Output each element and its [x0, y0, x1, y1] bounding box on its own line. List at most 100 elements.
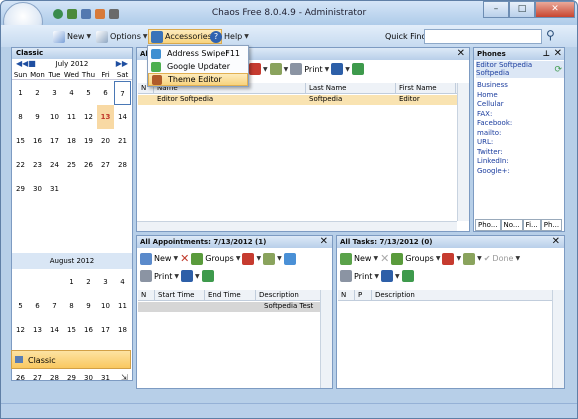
calendar-day[interactable]: 1 — [63, 270, 80, 294]
phone-field[interactable]: Twitter: — [477, 148, 512, 158]
calendar-day[interactable]: 13 — [29, 318, 46, 342]
tab-phones[interactable]: Pho... — [475, 219, 501, 231]
calendar-day[interactable]: 29 — [12, 177, 29, 201]
vertical-scrollbar[interactable] — [457, 83, 469, 221]
calendar-day[interactable]: 2 — [29, 81, 46, 105]
calendar-day[interactable]: 3 — [97, 270, 114, 294]
calendar-day[interactable]: 12 — [12, 318, 29, 342]
calendar-day[interactable]: 3 — [46, 81, 63, 105]
calendar-day[interactable]: 9 — [80, 294, 97, 318]
calendar-day[interactable]: 13 — [97, 105, 114, 129]
calendar-day[interactable]: 30 — [29, 177, 46, 201]
excel-icon[interactable] — [401, 270, 414, 282]
column-header[interactable]: P — [355, 290, 372, 301]
calendar-day[interactable]: 31 — [97, 366, 114, 390]
calendar-day[interactable]: 4 — [114, 270, 131, 294]
tree-icon[interactable] — [263, 252, 276, 265]
horizontal-scrollbar[interactable] — [137, 221, 457, 231]
calendar-day[interactable]: 7 — [46, 294, 63, 318]
calendar-day[interactable]: 10 — [46, 105, 63, 129]
tree-icon[interactable] — [269, 63, 282, 75]
filter-icon[interactable] — [442, 252, 455, 265]
calendar-day[interactable]: 9 — [29, 105, 46, 129]
next-month-icon[interactable]: ▶▶ — [116, 59, 128, 68]
calendar-day[interactable]: 26 — [80, 153, 97, 177]
word-icon[interactable] — [181, 270, 194, 282]
calendar-day[interactable]: 30 — [80, 366, 97, 390]
word-icon[interactable] — [331, 63, 344, 75]
calendar-day[interactable]: 2 — [80, 270, 97, 294]
calendar-day[interactable]: 14 — [114, 105, 131, 129]
new-button[interactable]: New ▼ — [53, 29, 91, 44]
excel-icon[interactable] — [351, 63, 364, 75]
column-header[interactable]: First Name — [396, 83, 456, 94]
tab-notes[interactable]: No... — [500, 219, 523, 231]
print-button[interactable]: Print — [304, 65, 322, 74]
groups-button[interactable]: Groups — [205, 254, 234, 263]
maximize-button[interactable]: □ — [509, 1, 535, 18]
dollar-icon[interactable] — [67, 9, 77, 19]
calendar-day[interactable]: 16 — [80, 318, 97, 342]
calendar-day[interactable]: 4 — [63, 81, 80, 105]
calendar-day[interactable]: 6 — [97, 81, 114, 105]
calendar-day[interactable]: 12 — [80, 105, 97, 129]
calendar-day[interactable]: 1 — [12, 81, 29, 105]
calendar-day[interactable]: 20 — [97, 129, 114, 153]
close-icon[interactable]: ✕ — [554, 48, 562, 59]
calendar-day[interactable]: 10 — [97, 294, 114, 318]
print-button[interactable]: Print — [354, 272, 372, 281]
tab-photos[interactable]: Ph... — [540, 219, 563, 231]
calendar-day[interactable]: 23 — [29, 153, 46, 177]
help-button[interactable]: ? Help ▼ — [210, 29, 249, 44]
calendar-day[interactable]: 8 — [12, 105, 29, 129]
filter-icon[interactable] — [249, 63, 261, 75]
column-header[interactable]: N — [138, 290, 155, 301]
table-row[interactable]: Editor Softpedia Softpedia Editor — [138, 95, 457, 105]
column-header[interactable]: Description — [372, 290, 553, 301]
calendar-day[interactable]: 5 — [80, 81, 97, 105]
word-icon[interactable] — [381, 270, 394, 282]
vertical-scrollbar[interactable] — [552, 290, 564, 388]
sync-icon[interactable] — [283, 252, 296, 265]
calendar-day[interactable]: 25 — [63, 153, 80, 177]
calendar-day[interactable]: 16 — [29, 129, 46, 153]
delete-icon[interactable]: ✕ — [380, 252, 389, 265]
search-icon[interactable]: ⚲ — [546, 28, 555, 42]
tab-files[interactable]: Fi... — [522, 219, 541, 231]
groups-button[interactable]: Groups — [405, 254, 434, 263]
options-button[interactable]: Options ▼ — [96, 29, 148, 44]
column-header[interactable]: Start Time — [155, 290, 205, 301]
globe-icon[interactable] — [53, 9, 63, 19]
menu-item-theme-editor[interactable]: Theme Editor — [148, 73, 248, 86]
calendar-day[interactable]: 24 — [46, 153, 63, 177]
column-header[interactable]: Description — [256, 290, 321, 301]
calendar-day[interactable]: 17 — [46, 129, 63, 153]
calendar-day[interactable]: 14 — [46, 318, 63, 342]
calendar-day[interactable]: 18 — [63, 129, 80, 153]
close-icon[interactable]: ✕ — [457, 48, 465, 59]
calendar-day[interactable]: 18 — [114, 318, 131, 342]
close-icon[interactable]: ✕ — [320, 236, 328, 247]
filter-icon[interactable] — [242, 252, 255, 265]
column-header[interactable]: End Time — [205, 290, 256, 301]
calendar-day[interactable]: 17 — [97, 318, 114, 342]
calendar-day[interactable]: 19 — [80, 129, 97, 153]
menu-item-google-updater[interactable]: Google Updater — [148, 60, 248, 73]
calendar-day[interactable]: 11 — [114, 294, 131, 318]
phone-field[interactable]: Google+: — [477, 167, 512, 177]
calendar-day[interactable]: 15 — [63, 318, 80, 342]
menu-item-address-swiper[interactable]: Address Swiper F11 — [148, 47, 248, 60]
phone-field[interactable]: Facebook: — [477, 119, 512, 129]
calendar-day[interactable]: 31 — [46, 177, 63, 201]
pin-icon[interactable]: ⊥ — [543, 48, 550, 60]
column-header[interactable]: Last Name — [306, 83, 396, 94]
calendar-day[interactable]: 21 — [114, 129, 131, 153]
table-row[interactable]: Softpedia Test — [138, 302, 321, 312]
calendar-day[interactable]: 7 — [114, 81, 131, 105]
image-icon[interactable] — [95, 9, 105, 19]
clipboard-icon[interactable] — [109, 9, 119, 19]
calendar-day[interactable]: 22 — [12, 153, 29, 177]
phone-field[interactable]: Home — [477, 91, 512, 101]
new-task-button[interactable]: New — [354, 254, 371, 263]
phone-field[interactable]: LinkedIn: — [477, 157, 512, 167]
